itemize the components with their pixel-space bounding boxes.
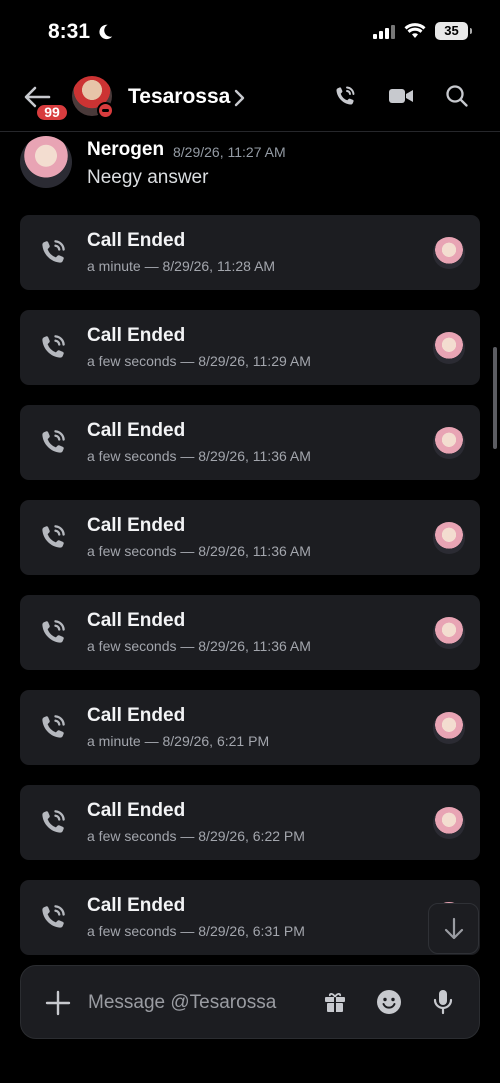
scrollbar[interactable]	[493, 347, 497, 449]
call-ended-icon-wrap	[38, 712, 68, 742]
phone-ended-icon	[42, 525, 65, 548]
call-ended-icon-wrap	[38, 237, 68, 267]
call-title: Call Ended	[87, 420, 186, 441]
call-meta: a few seconds — 8/29/26, 11:29 AM	[87, 353, 311, 369]
contact-name[interactable]: Tesarossa	[128, 85, 230, 109]
call-participant-avatar[interactable]	[433, 332, 465, 364]
call-ended-icon-wrap	[38, 522, 68, 552]
phone-ended-icon	[42, 335, 65, 358]
emoji-button[interactable]	[375, 988, 403, 1016]
call-participant-avatar[interactable]	[433, 522, 465, 554]
call-ended-icon-wrap	[38, 427, 68, 457]
phone-ended-icon	[42, 430, 65, 453]
call-participant-avatar[interactable]	[433, 617, 465, 649]
message-author[interactable]: Nerogen	[87, 139, 164, 161]
status-bar: 8:31 35	[0, 0, 500, 66]
call-ended-card[interactable]: Call Ended a few seconds — 8/29/26, 11:36…	[20, 500, 480, 575]
author-avatar[interactable]	[20, 136, 72, 188]
gift-icon	[325, 992, 345, 1012]
call-title: Call Ended	[87, 230, 186, 251]
call-ended-card[interactable]: Call Ended a minute — 8/29/26, 6:21 PM	[20, 690, 480, 765]
search-icon	[446, 85, 468, 107]
call-meta: a few seconds — 8/29/26, 11:36 AM	[87, 448, 311, 464]
call-participant-avatar[interactable]	[433, 427, 465, 459]
call-ended-card[interactable]: Call Ended a minute — 8/29/26, 11:28 AM	[20, 215, 480, 290]
call-ended-icon-wrap	[38, 617, 68, 647]
phone-ended-icon	[42, 240, 65, 263]
jump-to-latest-button[interactable]	[428, 903, 479, 954]
call-ended-card[interactable]: Call Ended a few seconds — 8/29/26, 11:29…	[20, 310, 480, 385]
call-ended-card[interactable]: Call Ended a few seconds — 8/29/26, 11:36…	[20, 595, 480, 670]
video-call-button[interactable]	[388, 83, 414, 109]
call-ended-card[interactable]: Call Ended a few seconds — 8/29/26, 11:36…	[20, 405, 480, 480]
gift-button[interactable]	[321, 988, 349, 1016]
call-title: Call Ended	[87, 610, 186, 631]
voice-call-button[interactable]	[332, 83, 358, 109]
message-input[interactable]: Message @Tesarossa	[88, 992, 276, 1014]
call-participant-avatar[interactable]	[433, 712, 465, 744]
message-text: Neegy answer	[87, 167, 209, 188]
message-composer: Message @Tesarossa	[20, 965, 480, 1039]
call-participant-avatar[interactable]	[433, 237, 465, 269]
message-timestamp: 8/29/26, 11:27 AM	[173, 144, 286, 160]
call-meta: a few seconds — 8/29/26, 11:36 AM	[87, 543, 311, 559]
moon-icon	[99, 24, 113, 40]
call-title: Call Ended	[87, 800, 186, 821]
call-participant-avatar[interactable]	[433, 807, 465, 839]
call-title: Call Ended	[87, 895, 186, 916]
call-ended-card[interactable]: Call Ended a few seconds — 8/29/26, 6:22 …	[20, 785, 480, 860]
call-meta: a few seconds — 8/29/26, 6:31 PM	[87, 923, 305, 939]
phone-ended-icon	[42, 905, 65, 928]
call-meta: a minute — 8/29/26, 6:21 PM	[87, 733, 270, 749]
call-ended-icon-wrap	[38, 332, 68, 362]
call-title: Call Ended	[87, 515, 186, 536]
wifi-icon	[404, 23, 426, 38]
status-time-wrap: 8:31	[48, 20, 114, 44]
signal-icon	[373, 24, 395, 39]
call-meta: a few seconds — 8/29/26, 11:36 AM	[87, 638, 311, 654]
status-indicators: 35	[373, 22, 472, 40]
voice-message-button[interactable]	[429, 988, 457, 1016]
plus-icon[interactable]	[45, 990, 71, 1016]
call-ended-icon-wrap	[38, 902, 68, 932]
call-ended-icon-wrap	[38, 807, 68, 837]
microphone-icon	[433, 990, 453, 1015]
dnd-status-icon	[97, 102, 114, 119]
call-meta: a minute — 8/29/26, 11:28 AM	[87, 258, 276, 274]
phone-ended-icon	[42, 810, 65, 833]
chevron-right-icon[interactable]	[233, 85, 247, 111]
unread-badge: 99	[34, 102, 70, 123]
status-time: 8:31	[48, 20, 91, 43]
phone-ended-icon	[42, 620, 65, 643]
message-item[interactable]: Nerogen 8/29/26, 11:27 AM Neegy answer	[20, 136, 480, 196]
search-button[interactable]	[444, 83, 470, 109]
video-camera-icon	[389, 89, 413, 103]
arrow-down-icon	[444, 917, 463, 939]
chat-header: 99 Tesarossa	[0, 66, 500, 132]
call-title: Call Ended	[87, 325, 186, 346]
emoji-icon	[377, 990, 401, 1014]
call-meta: a few seconds — 8/29/26, 6:22 PM	[87, 828, 305, 844]
phone-ended-icon	[42, 715, 65, 738]
battery-indicator: 35	[435, 22, 472, 40]
call-title: Call Ended	[87, 705, 186, 726]
phone-call-icon	[336, 86, 355, 105]
call-ended-card[interactable]: Call Ended a few seconds — 8/29/26, 6:31 …	[20, 880, 480, 955]
